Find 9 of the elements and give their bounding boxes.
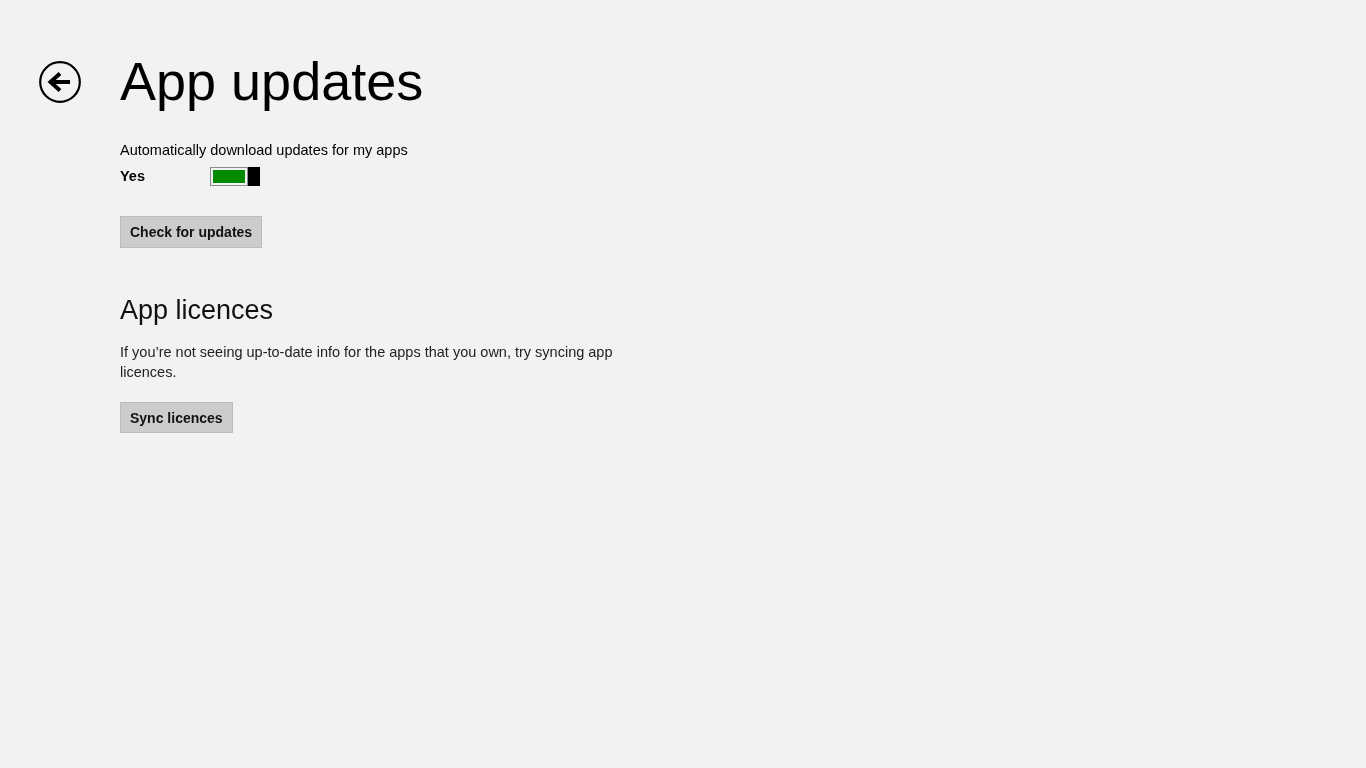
description-text: If you’re not seeing up-to-date info for the apps that you own, try syncing app licences. bbox=[120, 343, 614, 382]
back-icon[interactable] bbox=[39, 61, 81, 103]
page-title: App updates bbox=[120, 50, 424, 113]
section-heading: App licences bbox=[120, 294, 274, 327]
toggle-value-label: Yes bbox=[120, 167, 146, 186]
toggle-switch[interactable] bbox=[210, 166, 260, 186]
check-for-updates-button[interactable]: Check for updates bbox=[120, 216, 263, 248]
setting-label: Automatically download updates for my apps bbox=[120, 141, 408, 160]
sync-licences-button[interactable]: Sync licences bbox=[120, 402, 233, 433]
